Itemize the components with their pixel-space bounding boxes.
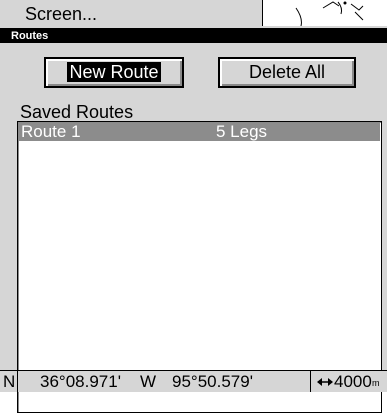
window-title: Routes	[11, 30, 49, 42]
divider	[310, 371, 311, 392]
range-value: 4000	[334, 372, 372, 391]
list-item[interactable]: Route 1 5 Legs	[19, 123, 380, 141]
delete-all-button[interactable]: Delete All	[218, 57, 356, 88]
new-route-label: New Route	[67, 62, 161, 82]
map-icon	[295, 1, 364, 27]
latitude-value: 36°08.971'	[40, 372, 121, 391]
horizontal-arrows-icon	[317, 378, 333, 386]
status-bar: N 36°08.971' W 95°50.579' 4000 m	[0, 370, 387, 392]
longitude-value: 95°50.579'	[172, 372, 253, 391]
divider	[17, 371, 18, 392]
gps-screen: Screen... Routes New Route Delete All Sa…	[0, 0, 387, 413]
route-name: Route 1	[21, 122, 81, 141]
latitude-hemisphere: N	[3, 372, 16, 391]
range-readout: 4000 m	[314, 371, 387, 392]
routes-panel: New Route Delete All Saved Routes Route …	[0, 43, 387, 413]
route-legs: 5 Legs	[216, 122, 268, 141]
longitude-hemisphere: W	[140, 372, 157, 391]
saved-routes-label: Saved Routes	[20, 102, 134, 122]
menu-bar: Screen...	[0, 0, 387, 29]
new-route-button[interactable]: New Route	[44, 57, 184, 88]
screen-menu[interactable]: Screen...	[25, 4, 97, 24]
window-title-bar: Routes	[0, 29, 387, 43]
map-thumbnail	[262, 0, 387, 27]
